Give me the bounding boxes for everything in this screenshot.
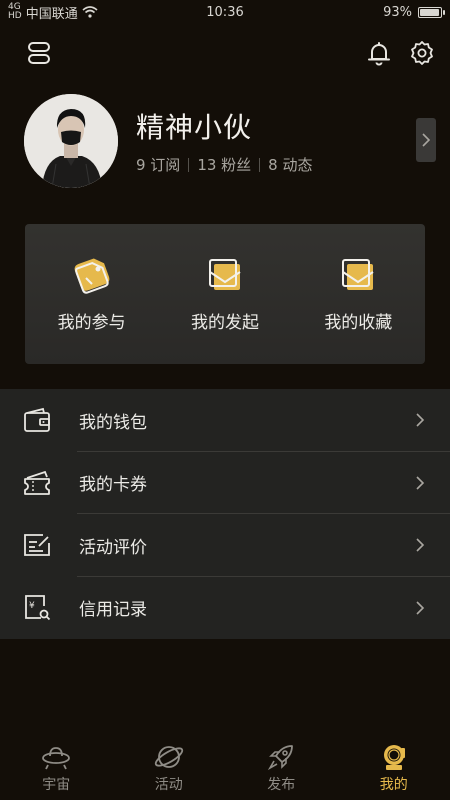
- action-my-favorites[interactable]: 我的收藏: [292, 224, 425, 364]
- menu-label: 信用记录: [79, 600, 147, 621]
- menu-item-credit-record[interactable]: ¥ 信用记录: [0, 577, 450, 640]
- profile-header[interactable]: 精神小伙 9 订阅 13 粉丝 8 动态: [24, 92, 450, 188]
- envelope-icon: [208, 259, 241, 290]
- action-my-participation[interactable]: 我的参与: [25, 224, 158, 364]
- menu-label: 我的钱包: [79, 412, 147, 433]
- action-label: 我的发起: [190, 313, 259, 333]
- chevron-right-icon: [416, 413, 425, 427]
- signal-bottom-text: HD: [8, 11, 22, 21]
- chevron-right-icon: [416, 601, 425, 615]
- ufo-icon: [42, 747, 71, 770]
- svg-text:¥: ¥: [29, 601, 35, 611]
- credit-icon: ¥: [22, 593, 52, 623]
- top-toolbar: [0, 38, 450, 68]
- nav-label: 我的: [379, 777, 408, 793]
- planet-icon: [154, 746, 183, 768]
- bottom-nav: 宇宙 活动 发布 我的: [0, 736, 450, 800]
- nav-tab-mine[interactable]: 我的: [338, 736, 450, 800]
- status-bar: 4G HD 中国联通 10:36 93%: [0, 0, 450, 24]
- bell-icon: [368, 42, 390, 66]
- stat-divider: [259, 157, 261, 172]
- signal-indicator: 4G HD: [8, 3, 22, 21]
- nav-tab-activity[interactable]: 活动: [113, 736, 226, 800]
- quick-actions-card: 我的参与 我的发起 我的收藏: [25, 224, 425, 364]
- chevron-right-icon: [416, 538, 425, 552]
- chevron-right-icon: [422, 133, 430, 147]
- action-label: 我的参与: [57, 313, 126, 333]
- nav-label: 宇宙: [42, 777, 71, 793]
- envelope-icon: [342, 259, 374, 290]
- profile-stats: 9 订阅 13 粉丝 8 动态: [136, 154, 312, 175]
- avatar[interactable]: [24, 94, 118, 188]
- tag-icon: [74, 258, 110, 294]
- nav-label: 发布: [267, 777, 296, 793]
- status-right: 93%: [383, 4, 445, 20]
- stat-followers[interactable]: 13 粉丝: [197, 154, 251, 175]
- profile-detail-button[interactable]: [416, 118, 436, 162]
- nav-label: 活动: [154, 777, 183, 793]
- menu-list: 我的钱包 我的卡券 活动评价 ¥ 信用记录: [0, 389, 450, 639]
- action-label: 我的收藏: [324, 313, 393, 333]
- rocket-icon: [268, 745, 294, 771]
- astronaut-icon: [383, 745, 405, 770]
- menu-icon: [28, 42, 50, 64]
- nav-tab-universe[interactable]: 宇宙: [0, 736, 113, 800]
- stat-posts[interactable]: 8 动态: [268, 154, 312, 175]
- menu-item-event-review[interactable]: 活动评价: [0, 514, 450, 577]
- stat-subscriptions[interactable]: 9 订阅: [136, 154, 180, 175]
- gear-icon: [411, 41, 433, 65]
- notifications-button[interactable]: [364, 38, 394, 68]
- menu-label: 我的卡券: [79, 475, 147, 496]
- review-icon: [22, 530, 52, 560]
- wifi-icon: [82, 6, 98, 18]
- wallet-icon: [22, 405, 52, 435]
- battery-icon: [418, 6, 445, 18]
- battery-percent: 93%: [383, 4, 412, 20]
- settings-button[interactable]: [407, 38, 437, 68]
- menu-item-wallet[interactable]: 我的钱包: [0, 389, 450, 452]
- action-my-initiated[interactable]: 我的发起: [158, 224, 291, 364]
- carrier-name: 中国联通: [25, 6, 78, 22]
- battery-fill: [420, 8, 439, 16]
- chevron-right-icon: [416, 476, 425, 490]
- username: 精神小伙: [136, 111, 253, 144]
- app-screen: 4G HD 中国联通 10:36 93% 精神小伙 9 订阅 13 粉丝 8 动…: [0, 0, 450, 800]
- avatar-person-illustration: [24, 94, 118, 188]
- ticket-icon: [22, 468, 52, 498]
- menu-label: 活动评价: [79, 537, 147, 558]
- nav-tab-publish[interactable]: 发布: [225, 736, 338, 800]
- status-left: 4G HD 中国联通: [8, 3, 98, 22]
- stat-divider: [188, 157, 190, 172]
- menu-item-coupons[interactable]: 我的卡券: [0, 452, 450, 514]
- menu-button[interactable]: [24, 38, 54, 68]
